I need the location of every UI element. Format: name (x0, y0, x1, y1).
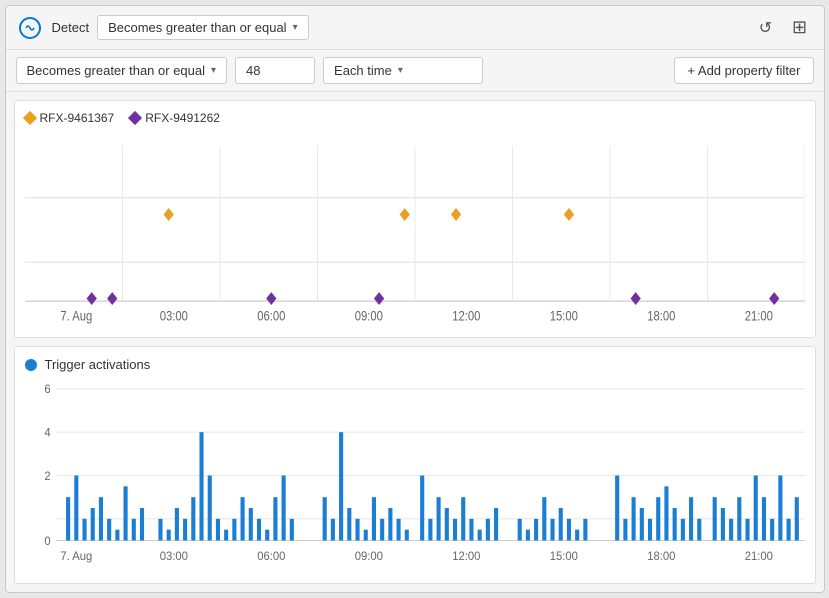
legend-dot-rfx1 (22, 111, 36, 125)
header-dropdown[interactable]: Becomes greater than or equal ▾ (97, 15, 309, 40)
header-dropdown-label: Becomes greater than or equal (108, 20, 287, 35)
add-property-filter-button[interactable]: + Add property filter (674, 57, 813, 84)
svg-text:7. Aug: 7. Aug (60, 307, 92, 324)
svg-text:03:00: 03:00 (159, 307, 187, 324)
charts-area: RFX-9461367 RFX-9491262 (6, 92, 824, 592)
chevron-down-icon: ▾ (211, 65, 216, 76)
app-container: Detect Becomes greater than or equal ▾ ↺… (5, 5, 825, 593)
add-button[interactable]: ⊞ (786, 14, 814, 42)
svg-text:18:00: 18:00 (647, 550, 675, 563)
svg-text:6: 6 (44, 383, 50, 396)
svg-text:03:00: 03:00 (159, 550, 187, 563)
reset-icon: ↺ (759, 18, 772, 38)
legend-dot-rfx2 (128, 111, 142, 125)
frequency-dropdown[interactable]: Each time ▾ (323, 57, 483, 84)
bar-chart-svg-area: 6 4 2 0 (25, 378, 805, 573)
scatter-legend: RFX-9461367 RFX-9491262 (25, 111, 805, 125)
legend-label-rfx2: RFX-9491262 (145, 111, 220, 125)
svg-text:12:00: 12:00 (452, 307, 480, 324)
add-filter-label: + Add property filter (687, 63, 800, 78)
frequency-label: Each time (334, 63, 392, 78)
detect-label: Detect (52, 20, 90, 35)
filter-bar: Becomes greater than or equal ▾ Each tim… (6, 50, 824, 92)
value-input[interactable] (235, 57, 315, 84)
legend-label-rfx1: RFX-9461367 (40, 111, 115, 125)
header-actions: ↺ ⊞ (752, 14, 814, 42)
bar-chart: Trigger activations 6 4 2 0 (14, 346, 816, 584)
svg-text:21:00: 21:00 (744, 307, 772, 324)
condition-label: Becomes greater than or equal (27, 63, 206, 78)
chevron-down-icon: ▾ (398, 65, 403, 76)
svg-text:7. Aug: 7. Aug (60, 550, 92, 563)
header-bar: Detect Becomes greater than or equal ▾ ↺… (6, 6, 824, 50)
svg-text:15:00: 15:00 (549, 550, 577, 563)
reset-button[interactable]: ↺ (752, 14, 780, 42)
svg-text:2: 2 (44, 470, 50, 483)
legend-item-rfx1: RFX-9461367 (25, 111, 115, 125)
svg-text:06:00: 06:00 (257, 307, 285, 324)
svg-text:4: 4 (44, 426, 51, 439)
svg-text:18:00: 18:00 (647, 307, 675, 324)
svg-text:21:00: 21:00 (744, 550, 772, 563)
chevron-down-icon: ▾ (293, 22, 298, 33)
bar-chart-title-label: Trigger activations (45, 357, 151, 372)
svg-text:12:00: 12:00 (452, 550, 480, 563)
logo-icon (16, 14, 44, 42)
svg-text:0: 0 (44, 535, 50, 548)
svg-text:09:00: 09:00 (354, 550, 382, 563)
add-icon: ⊞ (792, 17, 807, 38)
bar-chart-title-row: Trigger activations (25, 357, 805, 372)
bar-chart-legend-dot (25, 359, 37, 371)
svg-text:15:00: 15:00 (549, 307, 577, 324)
scatter-svg-area: 7. Aug 03:00 06:00 09:00 12:00 15:00 18:… (25, 133, 805, 327)
legend-item-rfx2: RFX-9491262 (130, 111, 220, 125)
svg-text:09:00: 09:00 (354, 307, 382, 324)
svg-text:06:00: 06:00 (257, 550, 285, 563)
condition-dropdown[interactable]: Becomes greater than or equal ▾ (16, 57, 228, 84)
scatter-chart: RFX-9461367 RFX-9491262 (14, 100, 816, 338)
